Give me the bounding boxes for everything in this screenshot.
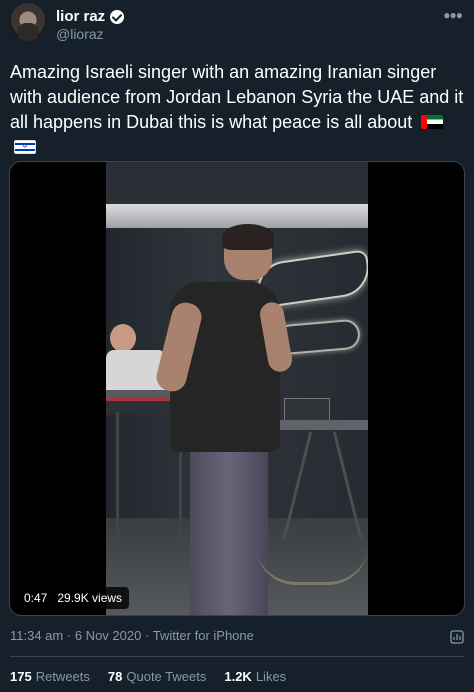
quote-count: 78 <box>107 669 123 684</box>
tweet-header: lior raz @lioraz ●●● <box>0 0 474 56</box>
author-handle[interactable]: @lioraz <box>56 26 104 42</box>
laptop <box>284 398 330 422</box>
ceiling <box>106 162 368 204</box>
author-name-row[interactable]: lior raz <box>56 8 125 25</box>
singer-hair <box>222 224 274 250</box>
video-views: 29.9K views <box>57 591 123 605</box>
retweets-label: Retweets <box>35 669 90 684</box>
likes-count: 1.2K <box>224 669 252 684</box>
tweet-text: Amazing Israeli singer with an amazing I… <box>10 60 468 160</box>
israel-flag-icon: ✡ <box>14 140 36 154</box>
uae-flag-icon <box>421 115 444 129</box>
verified-badge-icon <box>110 9 125 24</box>
tweet-meta: 11:34 am · 6 Nov 2020 · Twitter for iPho… <box>10 628 254 643</box>
tweet-time[interactable]: 11:34 am <box>10 628 63 643</box>
video-info-badge: 0:47 29.9K views <box>17 587 130 609</box>
avatar[interactable] <box>9 3 47 41</box>
retweets-stat[interactable]: 175 Retweets <box>10 669 90 684</box>
musician-head <box>110 324 136 352</box>
table <box>274 420 368 430</box>
author-name[interactable]: lior raz <box>56 8 105 25</box>
more-options-icon[interactable]: ●●● <box>443 8 463 22</box>
likes-stat[interactable]: 1.2K Likes <box>224 669 286 684</box>
tweet-body: Amazing Israeli singer with an amazing I… <box>10 62 464 132</box>
meta-separator: · <box>144 628 150 643</box>
video-player[interactable]: 0:47 29.9K views <box>9 161 465 616</box>
video-duration: 0:47 <box>24 591 48 605</box>
tweet-source[interactable]: Twitter for iPhone <box>153 628 254 643</box>
tweet-stats: 175 Retweets 78 Quote Tweets 1.2K Likes <box>10 669 286 684</box>
video-frame[interactable] <box>106 162 368 615</box>
retweets-count: 175 <box>10 669 32 684</box>
cables <box>256 522 368 585</box>
analytics-icon[interactable] <box>450 630 464 644</box>
quote-tweets-stat[interactable]: 78 Quote Tweets <box>108 669 206 684</box>
meta-separator: · <box>66 628 72 643</box>
likes-label: Likes <box>255 669 287 684</box>
quote-label: Quote Tweets <box>126 669 207 684</box>
tweet-date[interactable]: 6 Nov 2020 <box>75 628 142 643</box>
divider <box>10 656 464 657</box>
